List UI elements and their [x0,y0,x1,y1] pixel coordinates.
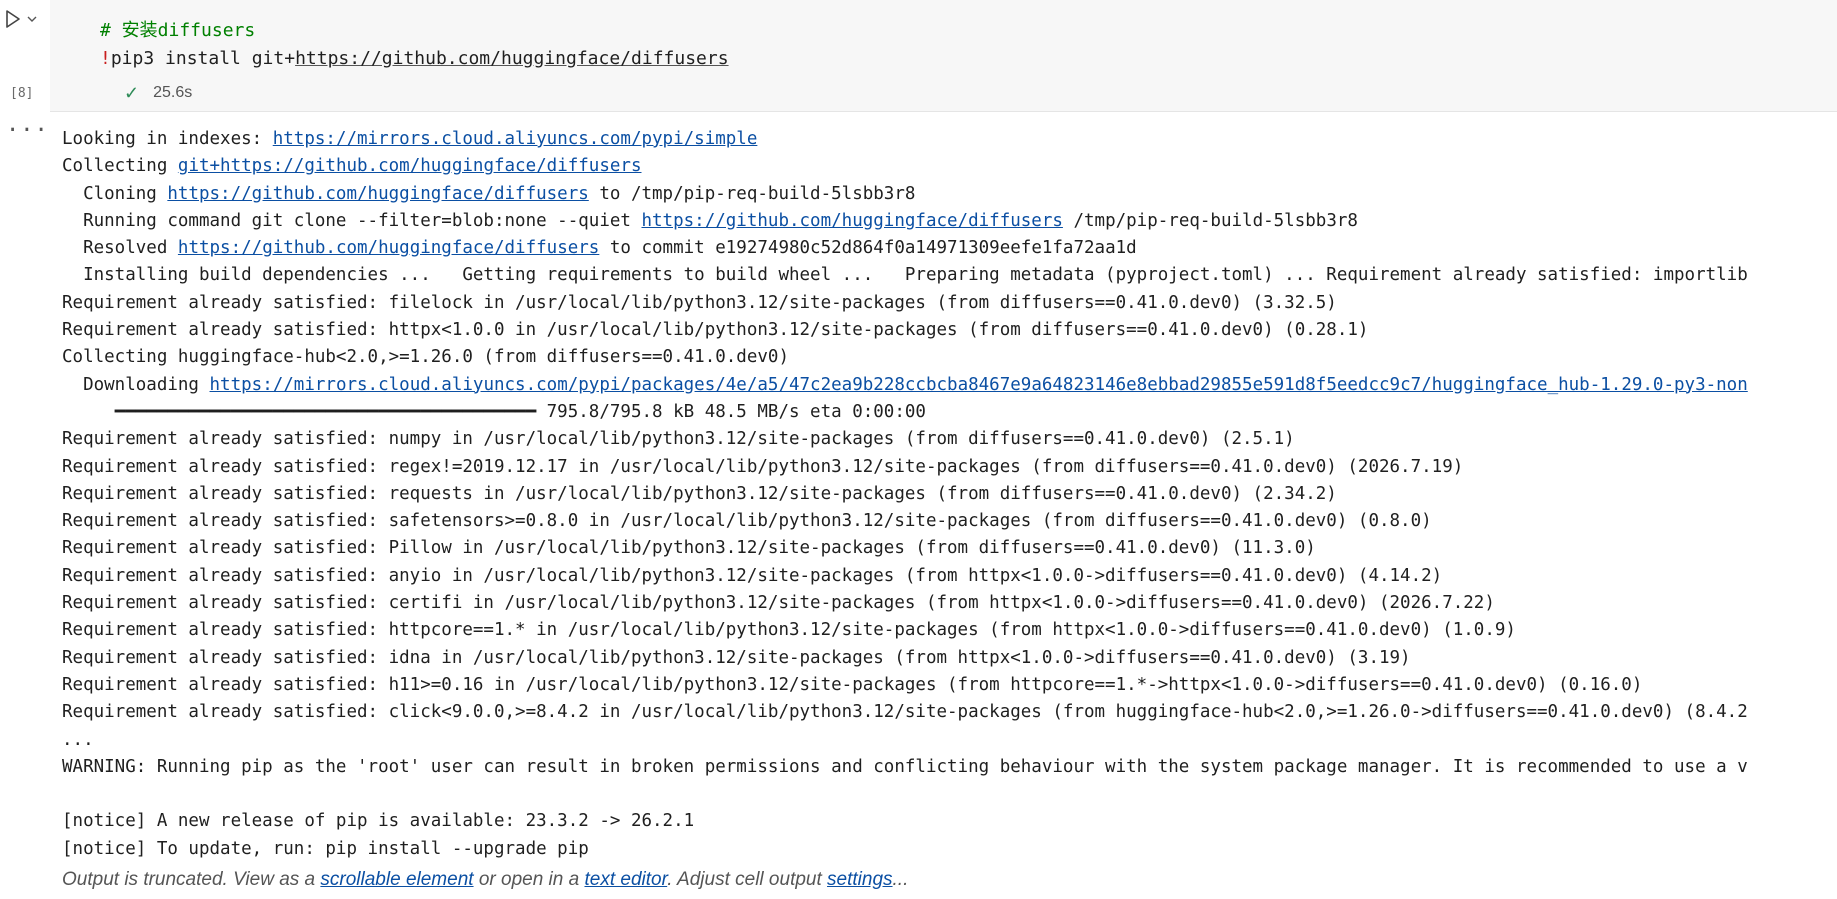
output-link[interactable]: https://github.com/huggingface/diffusers [641,211,1062,231]
scrollable-element-link[interactable]: scrollable element [320,869,473,890]
footer-text-4: ... [892,869,909,890]
footer-text-3: . Adjust cell output [667,869,828,890]
execution-status: ✓ 25.6s [124,84,192,102]
output-text: Requirement already satisfied: httpx<1.0… [62,320,1369,341]
output-text: ━━━━━━━━━━━━━━━━━━━━━━━━━━━━━━━━━━━━━━━━… [62,401,926,422]
output-line: Requirement already satisfied: numpy in … [62,426,1837,453]
output-text: Requirement already satisfied: numpy in … [62,429,1295,450]
output-text: Running command git clone --filter=blob:… [62,210,642,231]
footer-text-2: or open in a [473,869,585,890]
output-text: Requirement already satisfied: anyio in … [62,565,1443,586]
code-comment: # 安装diffusers [100,20,256,41]
output-line: Requirement already satisfied: safetenso… [62,508,1837,535]
output-line: Requirement already satisfied: regex!=20… [62,454,1837,481]
output-line: [notice] To update, run: pip install --u… [62,836,1837,863]
output-text: Requirement already satisfied: regex!=20… [62,456,1464,477]
output-line: Cloning https://github.com/huggingface/d… [62,181,1837,208]
output-line: Requirement already satisfied: httpcore=… [62,617,1837,644]
run-cell-button[interactable] [4,8,44,30]
output-link[interactable]: https://github.com/huggingface/diffusers [167,184,588,204]
check-icon: ✓ [124,83,140,103]
output-text: Requirement already satisfied: click<9.0… [62,702,1748,723]
output-text: Downloading [62,374,210,395]
play-icon[interactable] [4,9,22,29]
output-text: Collecting huggingface-hub<2.0,>=1.26.0 … [62,347,789,368]
output-line: WARNING: Running pip as the 'root' user … [62,754,1837,781]
output-line: Installing build dependencies ... Gettin… [62,262,1837,289]
output-text: Requirement already satisfied: filelock … [62,292,1337,313]
shell-bang: ! [100,48,111,69]
output-line: Resolved https://github.com/huggingface/… [62,235,1837,262]
output-line: Looking in indexes: https://mirrors.clou… [62,126,1837,153]
output-text: WARNING: Running pip as the 'root' user … [62,756,1748,777]
output-text: Collecting [62,156,178,177]
output-line: Requirement already satisfied: idna in /… [62,645,1837,672]
output-text: Requirement already satisfied: certifi i… [62,593,1495,614]
output-truncated-notice: Output is truncated. View as a scrollabl… [62,869,908,891]
output-link[interactable]: https://github.com/huggingface/diffusers [178,238,599,258]
execution-count: [8] [10,86,34,101]
output-text: /tmp/pip-req-build-5lsbb3r8 [1062,210,1358,231]
output-text: Requirement already satisfied: httpcore=… [62,620,1516,641]
output-text: Resolved [62,238,178,259]
code-cell-input[interactable]: # 安装diffusers !pip3 install git+https://… [50,0,1837,112]
output-line: Requirement already satisfied: requests … [62,481,1837,508]
footer-text-1: Output is truncated. View as a [62,869,321,890]
output-line: Requirement already satisfied: httpx<1.0… [62,317,1837,344]
output-text: Looking in indexes: [62,129,273,149]
output-text: to /tmp/pip-req-build-5lsbb3r8 [588,183,916,204]
cell-output[interactable]: Looking in indexes: https://mirrors.clou… [62,126,1837,896]
output-link[interactable]: git+https://github.com/huggingface/diffu… [178,156,642,176]
output-text: Requirement already satisfied: Pillow in… [62,538,1316,559]
output-line: Requirement already satisfied: h11>=0.16… [62,672,1837,699]
settings-link[interactable]: settings [827,869,892,890]
output-line: Requirement already satisfied: click<9.0… [62,699,1837,726]
output-text: Requirement already satisfied: requests … [62,483,1337,504]
output-text: to commit e19274980c52d864f0a14971309eef… [599,238,1137,259]
execution-duration: 25.6s [153,84,193,101]
output-line: Running command git clone --filter=blob:… [62,208,1837,235]
output-text: ... [62,729,94,750]
code-line-command[interactable]: !pip3 install git+https://github.com/hug… [100,47,729,71]
output-line: Requirement already satisfied: anyio in … [62,563,1837,590]
output-text: Requirement already satisfied: idna in /… [62,647,1411,668]
output-line: Requirement already satisfied: certifi i… [62,590,1837,617]
output-line: Downloading https://mirrors.cloud.aliyun… [62,372,1837,399]
code-line-comment[interactable]: # 安装diffusers [100,19,255,43]
output-text: Cloning [62,183,168,204]
output-line: [notice] A new release of pip is availab… [62,808,1837,835]
output-line: ━━━━━━━━━━━━━━━━━━━━━━━━━━━━━━━━━━━━━━━━… [62,399,1837,426]
output-line: Requirement already satisfied: Pillow in… [62,535,1837,562]
chevron-down-icon[interactable] [26,14,38,24]
output-link[interactable]: https://mirrors.cloud.aliyuncs.com/pypi/… [210,375,1748,395]
output-link[interactable]: https://mirrors.cloud.aliyuncs.com/pypi/… [273,129,758,149]
output-text: [notice] To update, run: pip install --u… [62,838,589,859]
ellipsis-icon[interactable]: ··· [6,120,49,142]
output-text: Installing build dependencies ... Gettin… [62,265,1748,286]
output-text: Requirement already satisfied: safetenso… [62,511,1432,532]
output-text: [notice] A new release of pip is availab… [62,811,695,832]
output-line: Collecting huggingface-hub<2.0,>=1.26.0 … [62,344,1837,371]
text-editor-link[interactable]: text editor [584,869,667,890]
output-line: Requirement already satisfied: filelock … [62,290,1837,317]
pip-command: pip3 install git+ [110,48,296,69]
output-line: ... [62,727,1837,754]
output-text: Requirement already satisfied: h11>=0.16… [62,674,1643,695]
code-url[interactable]: https://github.com/huggingface/diffusers [295,48,728,69]
output-line: Collecting git+https://github.com/huggin… [62,153,1837,180]
